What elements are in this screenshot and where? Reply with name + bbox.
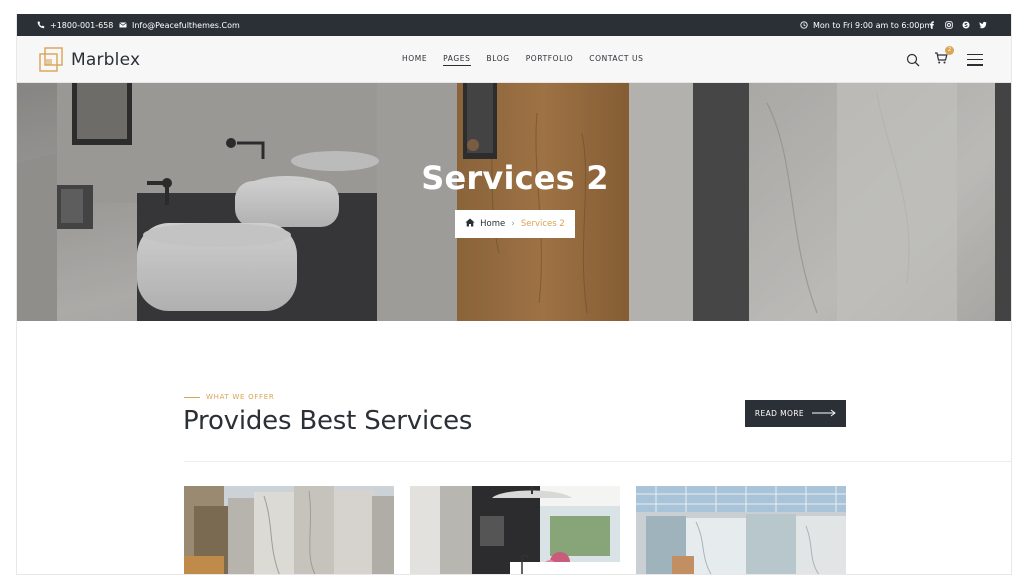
- site-logo[interactable]: Marblex: [37, 46, 140, 74]
- phone-number: +1800-001-658: [50, 20, 114, 30]
- breadcrumb: Home › Services 2: [455, 210, 575, 238]
- page-title: Services 2: [421, 159, 609, 197]
- service-card-image[interactable]: [410, 486, 620, 574]
- clock-icon: [800, 21, 808, 29]
- opening-hours: Mon to Fri 9:00 am to 6:00pm: [800, 14, 932, 36]
- section-divider: [184, 461, 1011, 462]
- read-more-label: READ MORE: [754, 409, 805, 418]
- main-nav: HOME PAGES BLOG PORTFOLIO CONTACT US: [402, 36, 643, 83]
- hours-text: Mon to Fri 9:00 am to 6:00pm: [813, 20, 933, 30]
- arrow-right-icon: [812, 409, 836, 419]
- cart-count-badge: 2: [945, 45, 954, 55]
- main-header: Marblex HOME PAGES BLOG PORTFOLIO CONTAC…: [17, 36, 1011, 83]
- email-address: Info@Peacefulthemes.Com: [132, 20, 240, 30]
- social-links: [928, 14, 987, 36]
- logo-mark-icon: [37, 46, 65, 74]
- phone-icon: [37, 21, 45, 29]
- cart-button[interactable]: 2: [933, 45, 954, 68]
- stone-warehouse-image: [636, 486, 846, 574]
- instagram-icon[interactable]: [945, 21, 953, 29]
- nav-blog[interactable]: BLOG: [487, 54, 510, 65]
- service-card-image[interactable]: [636, 486, 846, 574]
- phone-contact[interactable]: +1800-001-658: [37, 14, 113, 36]
- header-tools: 2: [905, 36, 983, 83]
- eyebrow-line: [184, 396, 200, 398]
- search-icon[interactable]: [905, 52, 921, 68]
- page-hero: Services 2 Home › Services 2: [17, 83, 1011, 321]
- read-more-button[interactable]: READ MORE: [745, 400, 846, 427]
- logo-text: Marblex: [71, 50, 141, 70]
- marble-slabs-image: [184, 486, 394, 574]
- chevron-right-icon: ›: [511, 219, 515, 229]
- service-card-image[interactable]: [184, 486, 394, 574]
- skype-icon[interactable]: [962, 21, 970, 29]
- eyebrow-text: WHAT WE OFFER: [206, 393, 275, 401]
- envelope-icon: [119, 21, 127, 29]
- nav-home[interactable]: HOME: [402, 54, 427, 65]
- hamburger-menu-icon[interactable]: [967, 53, 983, 66]
- nav-portfolio[interactable]: PORTFOLIO: [526, 54, 574, 65]
- breadcrumb-current: Services 2: [520, 219, 565, 229]
- section-title: Provides Best Services: [183, 406, 473, 436]
- email-contact[interactable]: Info@Peacefulthemes.Com: [119, 14, 240, 36]
- page-frame: +1800-001-658 Info@Peacefulthemes.Com Mo…: [16, 14, 1012, 575]
- nav-pages[interactable]: PAGES: [443, 54, 471, 66]
- section-eyebrow: WHAT WE OFFER: [184, 393, 274, 401]
- kitchen-image: [410, 486, 620, 574]
- hero-overlay: [17, 83, 1011, 321]
- twitter-icon[interactable]: [979, 21, 987, 29]
- breadcrumb-home-label: Home: [480, 219, 506, 229]
- home-icon: [465, 218, 475, 230]
- top-bar: +1800-001-658 Info@Peacefulthemes.Com Mo…: [17, 14, 1011, 36]
- breadcrumb-home-link[interactable]: Home: [465, 218, 505, 230]
- facebook-icon[interactable]: [928, 21, 936, 29]
- nav-contact-us[interactable]: CONTACT US: [589, 54, 643, 65]
